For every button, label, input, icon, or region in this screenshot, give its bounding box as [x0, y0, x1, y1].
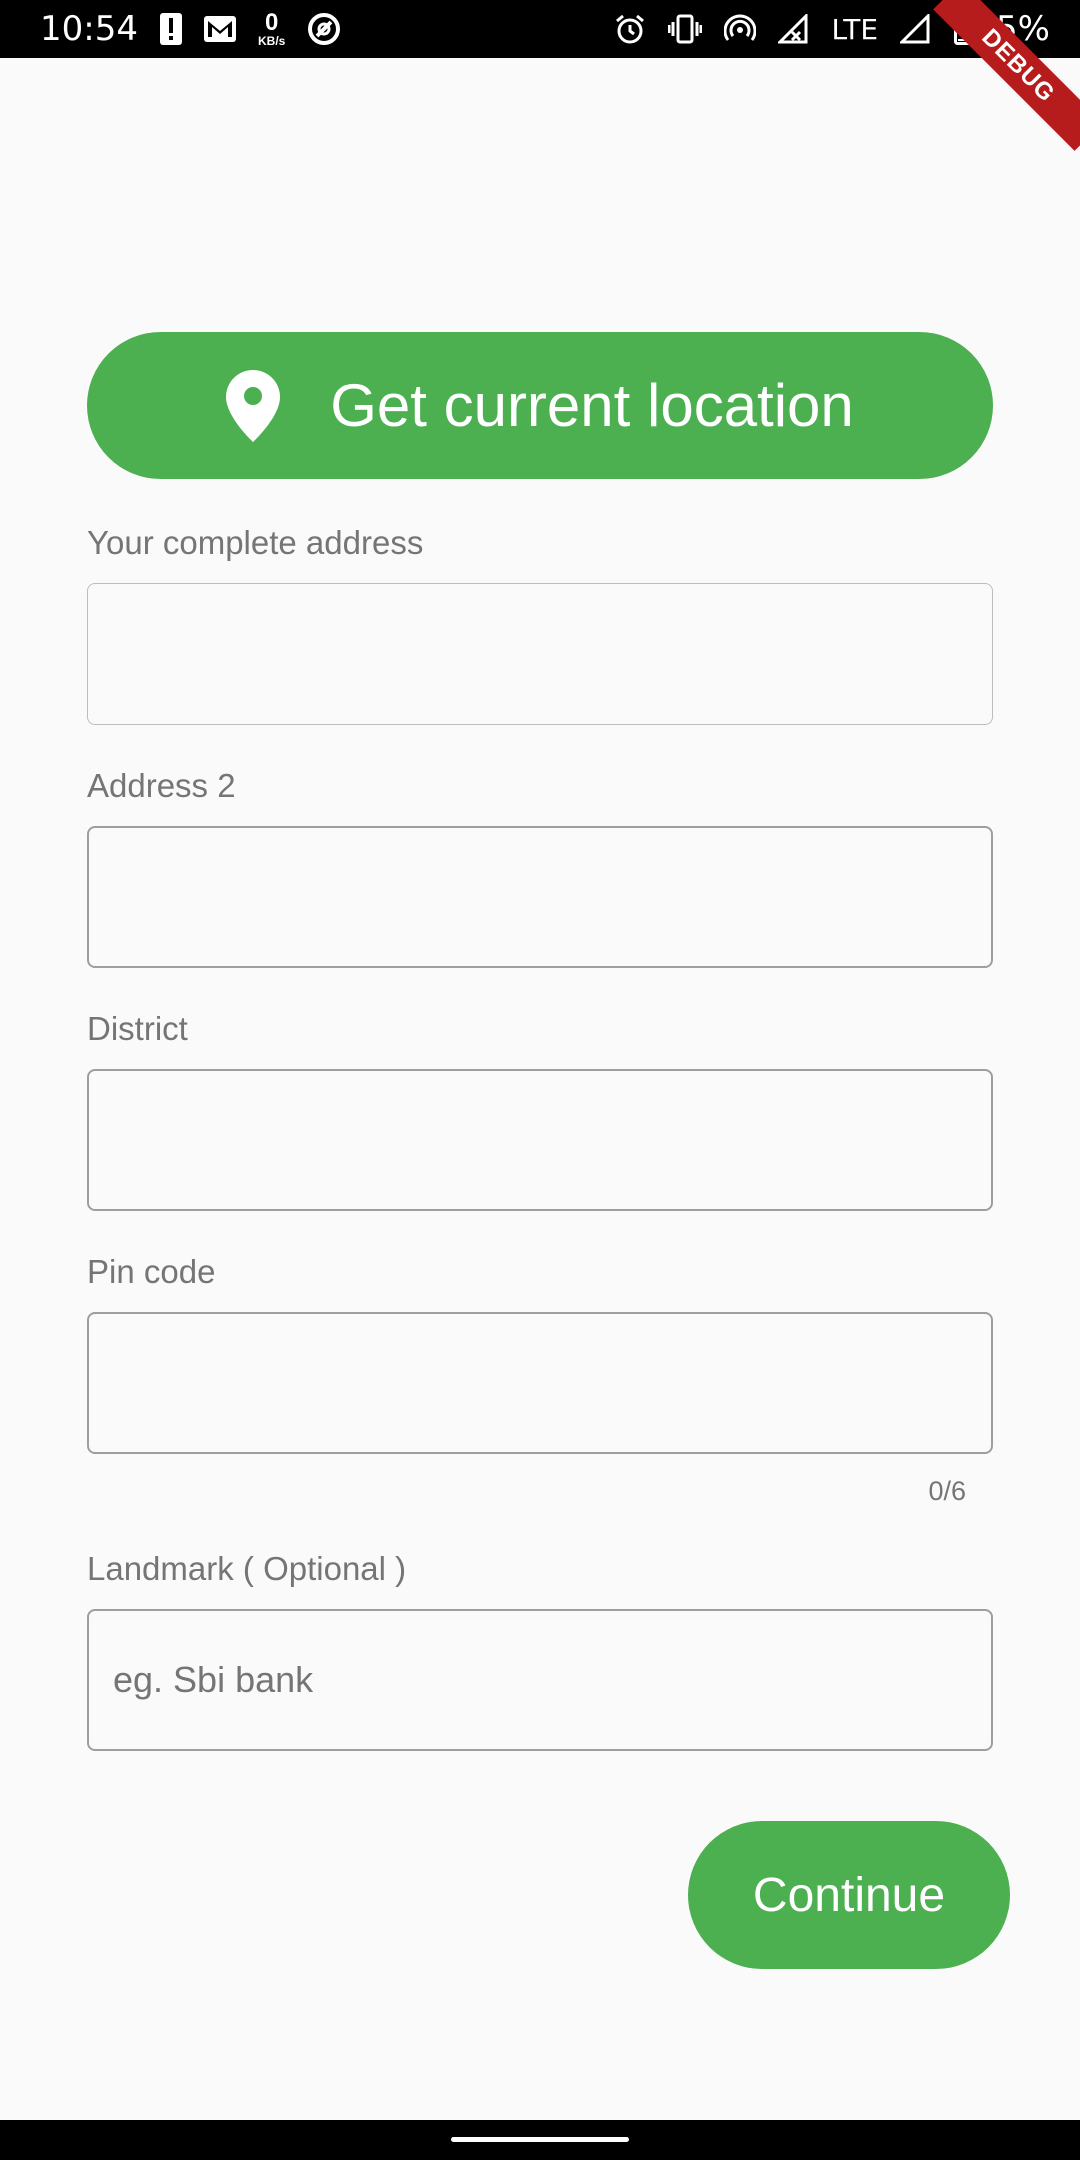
- landmark-field[interactable]: [87, 1609, 993, 1751]
- address-field[interactable]: [87, 583, 993, 725]
- get-current-location-button[interactable]: Get current location: [87, 332, 993, 479]
- pincode-field[interactable]: [87, 1312, 993, 1454]
- alarm-icon: [614, 9, 646, 49]
- data-rate-icon: 0 KB/s: [258, 9, 285, 49]
- get-current-location-label: Get current location: [330, 372, 854, 439]
- location-pin-icon: [226, 369, 281, 442]
- address2-input[interactable]: [89, 828, 991, 966]
- data-rate-unit: KB/s: [257, 34, 286, 48]
- address2-label: Address 2: [87, 767, 236, 804]
- district-input[interactable]: [89, 1071, 991, 1209]
- pincode-input[interactable]: [89, 1314, 991, 1452]
- status-time: 10:54: [40, 9, 138, 49]
- vibrate-icon: [667, 9, 702, 49]
- home-handle[interactable]: [451, 2137, 629, 2142]
- signal-icon: [900, 9, 932, 49]
- navigation-bar: [0, 2120, 1080, 2160]
- district-field[interactable]: [87, 1069, 993, 1211]
- network-type: LTE: [831, 12, 879, 46]
- pincode-label: Pin code: [87, 1253, 216, 1290]
- gmail-icon: [203, 9, 236, 49]
- address-label: Your complete address: [87, 524, 424, 561]
- landmark-input[interactable]: [89, 1611, 991, 1749]
- district-label: District: [87, 1010, 188, 1047]
- continue-button[interactable]: Continue: [688, 1821, 1010, 1969]
- alert-icon: [159, 9, 182, 49]
- address2-field[interactable]: [87, 826, 993, 968]
- nfc-icon: [307, 9, 341, 49]
- signal-icon: [777, 9, 810, 49]
- landmark-label: Landmark ( Optional ): [87, 1550, 407, 1587]
- data-rate-value: 0: [264, 9, 279, 36]
- address-input[interactable]: [88, 584, 992, 724]
- pincode-counter: 0/6: [928, 1476, 966, 1506]
- status-bar: 10:54 0 KB/s LTE 5%: [0, 0, 1080, 58]
- hotspot-icon: [723, 9, 756, 49]
- status-left: 10:54 0 KB/s: [40, 9, 341, 49]
